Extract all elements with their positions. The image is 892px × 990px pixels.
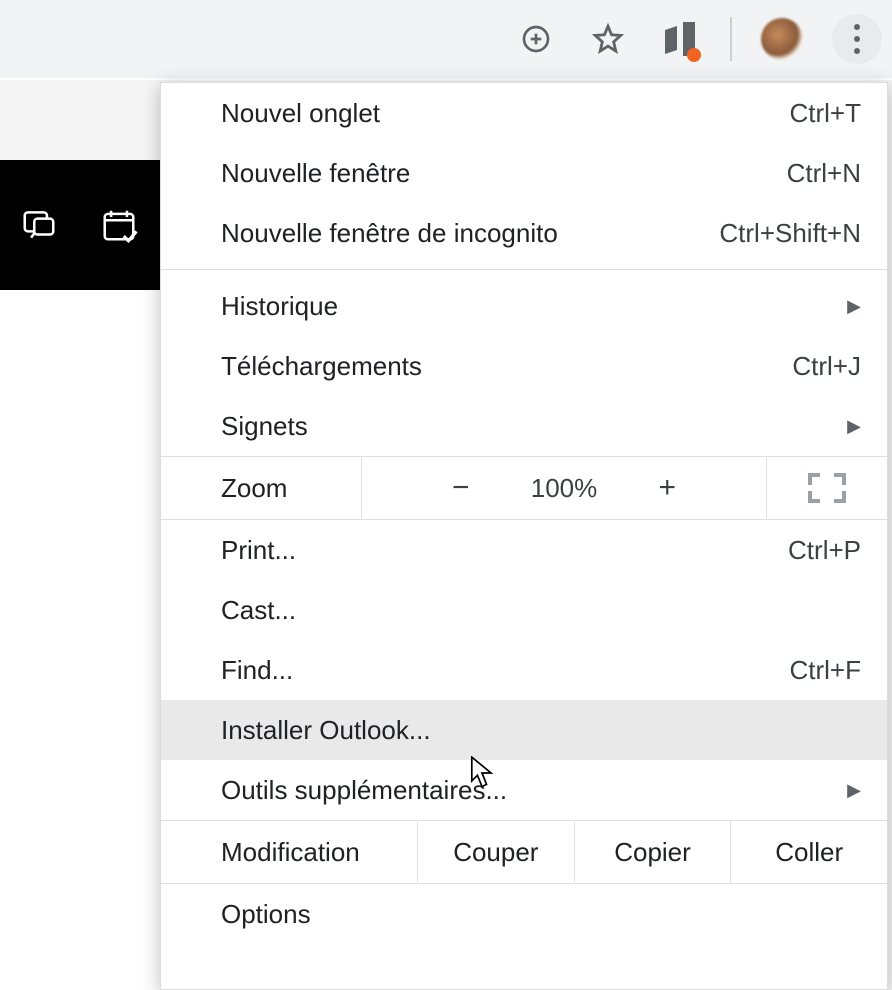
submenu-arrow-icon: ▶ — [847, 416, 861, 437]
menu-item-label: Outils supplémentaires... — [221, 775, 837, 806]
menu-new-window[interactable]: Nouvelle fenêtre Ctrl+N — [161, 143, 887, 203]
menu-item-shortcut: Ctrl+T — [790, 98, 862, 129]
menu-cast[interactable]: Cast... — [161, 580, 887, 640]
menu-new-tab[interactable]: Nouvel onglet Ctrl+T — [161, 83, 887, 143]
menu-item-shortcut: Ctrl+Shift+N — [719, 218, 861, 249]
fullscreen-button[interactable] — [767, 457, 887, 519]
zoom-value: 100% — [531, 473, 598, 504]
menu-item-label: Nouvel onglet — [221, 98, 790, 129]
profile-avatar[interactable] — [760, 17, 804, 61]
menu-item-label: Options — [221, 899, 861, 930]
extension-office-icon[interactable] — [658, 17, 702, 61]
menu-install-outlook[interactable]: Installer Outlook... — [161, 700, 887, 760]
menu-edit-row: Modification Couper Copier Coller — [161, 820, 887, 884]
menu-incognito-window[interactable]: Nouvelle fenêtre de incognito Ctrl+Shift… — [161, 203, 887, 263]
menu-item-label: Print... — [221, 535, 788, 566]
menu-find[interactable]: Find... Ctrl+F — [161, 640, 887, 700]
menu-more-tools[interactable]: Outils supplémentaires... ▶ — [161, 760, 887, 820]
submenu-arrow-icon: ▶ — [847, 780, 861, 801]
menu-item-shortcut: Ctrl+N — [787, 158, 861, 189]
menu-item-label: Installer Outlook... — [221, 715, 861, 746]
menu-item-label: Nouvelle fenêtre — [221, 158, 787, 189]
add-icon[interactable] — [514, 17, 558, 61]
menu-options[interactable]: Options — [161, 884, 887, 944]
menu-print[interactable]: Print... Ctrl+P — [161, 520, 887, 580]
menu-item-label: Signets — [221, 411, 837, 442]
zoom-in-button[interactable]: + — [647, 471, 687, 505]
menu-item-label: Cast... — [221, 595, 861, 626]
submenu-arrow-icon: ▶ — [847, 296, 861, 317]
menu-item-label: Find... — [221, 655, 790, 686]
menu-item-shortcut: Ctrl+J — [792, 351, 861, 382]
menu-history[interactable]: Historique ▶ — [161, 276, 887, 336]
menu-downloads[interactable]: Téléchargements Ctrl+J — [161, 336, 887, 396]
zoom-label: Zoom — [161, 457, 361, 519]
calendar-check-icon — [98, 206, 140, 244]
browser-toolbar — [0, 0, 892, 80]
menu-item-label: Téléchargements — [221, 351, 792, 382]
menu-item-shortcut: Ctrl+P — [788, 535, 861, 566]
menu-item-label: Historique — [221, 291, 837, 322]
app-header-fragment — [0, 160, 160, 290]
cut-button[interactable]: Couper — [417, 821, 574, 883]
menu-item-label: Nouvelle fenêtre de incognito — [221, 218, 719, 249]
fullscreen-icon — [808, 473, 846, 503]
page-background — [0, 290, 160, 990]
copy-button[interactable]: Copier — [574, 821, 731, 883]
browser-main-menu: Nouvel onglet Ctrl+T Nouvelle fenêtre Ct… — [160, 82, 888, 990]
star-icon[interactable] — [586, 17, 630, 61]
mouse-cursor — [470, 756, 494, 790]
menu-zoom-row: Zoom − 100% + — [161, 456, 887, 520]
menu-item-shortcut: Ctrl+F — [790, 655, 862, 686]
zoom-out-button[interactable]: − — [441, 471, 481, 505]
paste-button[interactable]: Coller — [730, 821, 887, 883]
kebab-menu-icon[interactable] — [832, 14, 882, 64]
chat-icon — [20, 206, 58, 244]
menu-bookmarks[interactable]: Signets ▶ — [161, 396, 887, 456]
toolbar-divider — [730, 17, 732, 61]
edit-label: Modification — [161, 821, 417, 883]
menu-separator — [161, 269, 887, 270]
